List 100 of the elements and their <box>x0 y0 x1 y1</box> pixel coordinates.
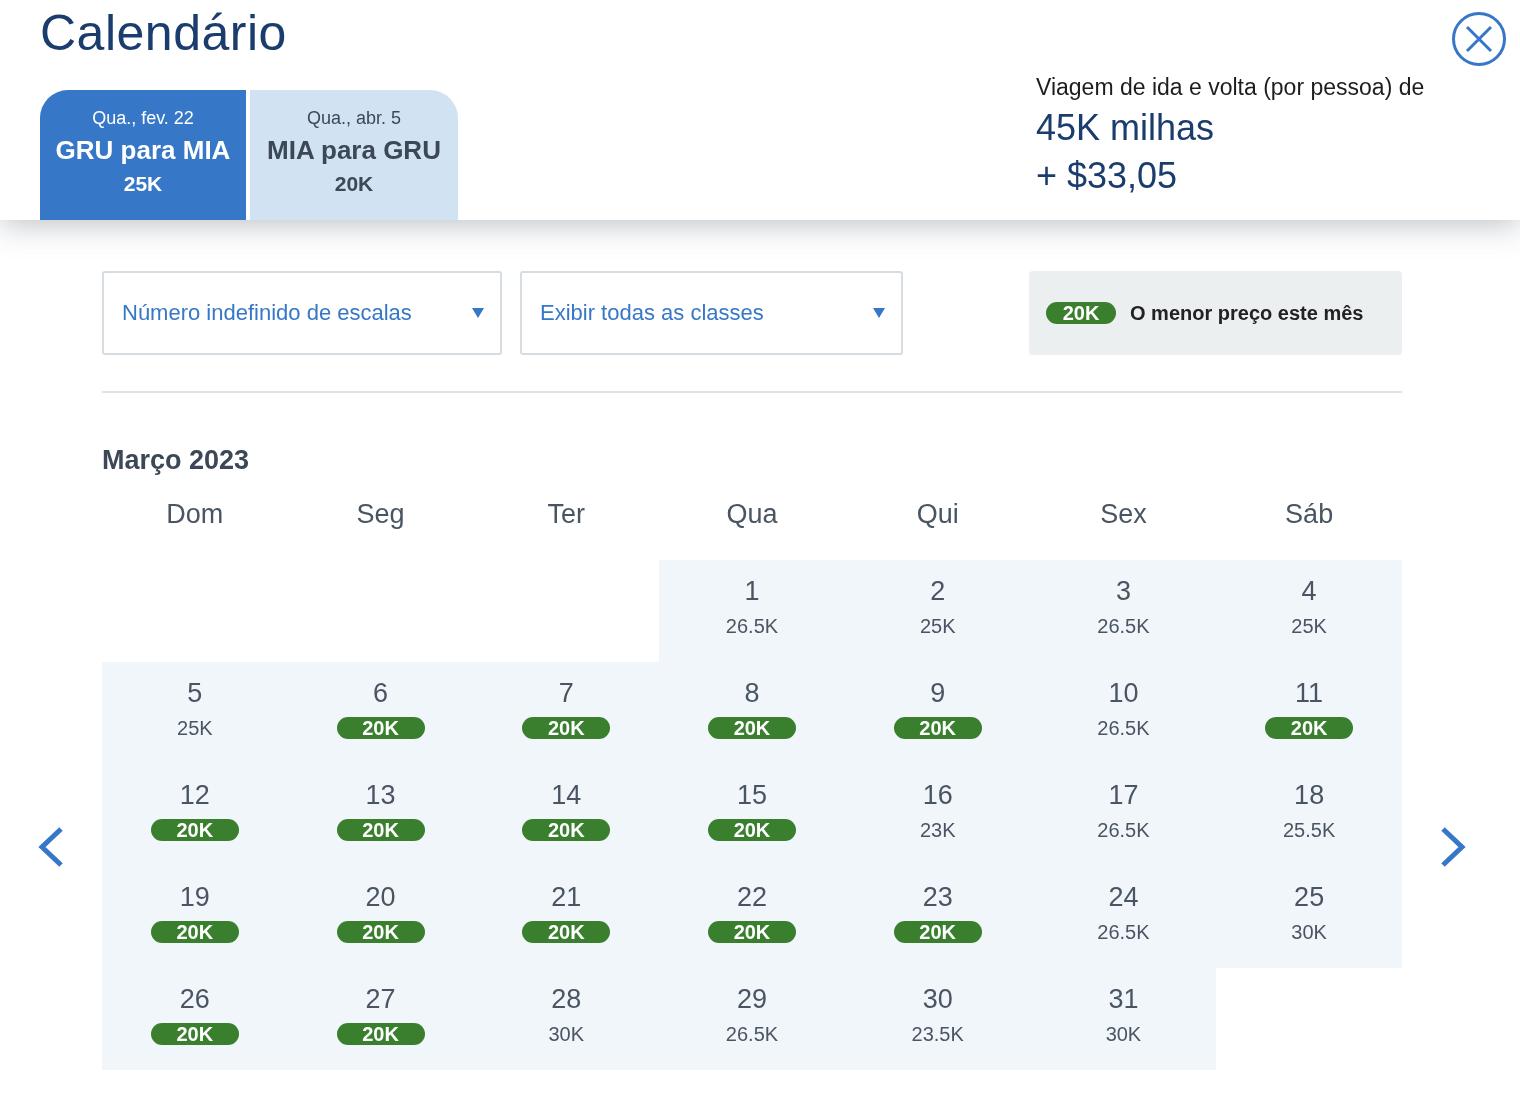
flight-tab[interactable]: Qua., fev. 22 GRU para MIA 25K <box>40 90 246 220</box>
day-number: 4 <box>1301 576 1317 606</box>
day-number: 16 <box>922 780 953 810</box>
day-number: 17 <box>1108 780 1139 810</box>
calendar-day[interactable]: 4 25K <box>1216 560 1402 662</box>
lowest-price-badge: 20K <box>336 717 425 739</box>
weekday-label: Sex <box>1100 498 1147 531</box>
lowest-price-badge: 20K <box>522 921 611 943</box>
day-price: 25K <box>919 615 956 637</box>
day-price: 26.5K <box>1097 717 1150 739</box>
lowest-price-badge: 20K <box>708 819 796 841</box>
day-number: 9 <box>930 678 946 708</box>
day-price: 30K <box>1105 1023 1142 1045</box>
trip-label: Viagem de ida e volta (por pessoa) de <box>1036 74 1426 101</box>
total-miles: 45K milhas <box>1036 107 1216 149</box>
calendar-day[interactable]: 2 25K <box>844 560 1031 662</box>
calendar-day[interactable]: 27 20K <box>287 968 474 1070</box>
calendar-day[interactable]: 16 23K <box>844 764 1031 866</box>
day-number: 20 <box>365 882 396 912</box>
day-number: 6 <box>373 678 389 708</box>
day-price: 30K <box>548 1023 585 1045</box>
day-number: 14 <box>551 780 582 810</box>
legend-text: O menor preço este mês <box>1130 301 1364 325</box>
day-price: 25K <box>177 717 213 739</box>
lowest-price-badge: 20K <box>336 819 425 841</box>
calendar-day[interactable]: 26 20K <box>102 968 288 1070</box>
day-number: 8 <box>744 678 760 708</box>
day-number: 3 <box>1115 576 1131 606</box>
page-title: Calendário <box>40 4 288 62</box>
calendar-day[interactable]: 5 25K <box>102 662 288 764</box>
calendar-day[interactable]: 10 26.5K <box>1030 662 1217 764</box>
calendar-day[interactable]: 7 20K <box>473 662 660 764</box>
calendar-day[interactable]: 6 20K <box>287 662 474 764</box>
weekday-label: Qua <box>726 498 778 531</box>
day-number: 28 <box>551 984 582 1014</box>
day-price: 26.5K <box>1097 921 1150 943</box>
day-number: 11 <box>1295 678 1324 708</box>
calendar-day[interactable]: 31 30K <box>1030 968 1217 1070</box>
calendar-day[interactable]: 8 20K <box>659 662 845 764</box>
calendar-day[interactable]: 9 20K <box>844 662 1031 764</box>
day-price: 26.5K <box>725 1023 779 1045</box>
day-number: 10 <box>1108 678 1139 708</box>
weekday-label: Qui <box>916 498 959 531</box>
lowest-price-badge: 20K <box>1046 302 1116 324</box>
lowest-price-badge: 20K <box>150 1023 239 1045</box>
calendar-day[interactable]: 13 20K <box>287 764 474 866</box>
calendar-day[interactable]: 29 26.5K <box>659 968 845 1070</box>
weekday-label: Sáb <box>1285 498 1334 531</box>
day-price: 25.5K <box>1283 819 1336 841</box>
calendar-day[interactable]: 24 26.5K <box>1030 866 1217 968</box>
calendar-day[interactable]: 30 23.5K <box>844 968 1031 1070</box>
lowest-price-badge: 20K <box>150 921 239 943</box>
chevron-right-icon <box>1439 826 1467 868</box>
day-number: 30 <box>922 984 953 1014</box>
lowest-price-badge: 20K <box>708 921 796 943</box>
close-button[interactable] <box>1452 12 1506 66</box>
day-number: 25 <box>1294 882 1325 912</box>
calendar-day[interactable]: 14 20K <box>473 764 660 866</box>
day-price: 26.5K <box>1097 615 1150 637</box>
close-icon <box>1464 24 1494 54</box>
calendar-day[interactable]: 12 20K <box>102 764 288 866</box>
calendar-day[interactable]: 28 30K <box>473 968 660 1070</box>
day-number: 31 <box>1108 984 1139 1014</box>
day-price: 23.5K <box>911 1023 964 1045</box>
day-number: 18 <box>1294 780 1325 810</box>
day-number: 12 <box>179 780 210 810</box>
day-number: 13 <box>365 780 396 810</box>
lowest-price-badge: 20K <box>893 717 982 739</box>
calendar-day[interactable]: 23 20K <box>844 866 1031 968</box>
lowest-price-badge: 20K <box>1265 717 1354 739</box>
calendar-day[interactable]: 20 20K <box>287 866 474 968</box>
calendar-day[interactable]: 11 20K <box>1216 662 1402 764</box>
day-number: 22 <box>736 882 767 912</box>
month-title: Março 2023 <box>102 445 251 476</box>
calendar-day[interactable]: 22 20K <box>659 866 845 968</box>
caret-icon <box>472 308 484 318</box>
filter-dropdown[interactable]: Número indefinido de escalas <box>102 271 502 355</box>
total-cash: + $33,05 <box>1036 155 1179 197</box>
lowest-price-badge: 20K <box>336 921 425 943</box>
day-number: 1 <box>744 576 760 606</box>
calendar-day[interactable]: 25 30K <box>1216 866 1402 968</box>
day-number: 24 <box>1108 882 1139 912</box>
day-number: 7 <box>558 678 574 708</box>
calendar-day[interactable]: 21 20K <box>473 866 660 968</box>
calendar-day[interactable]: 17 26.5K <box>1030 764 1217 866</box>
day-price: 30K <box>1291 921 1327 943</box>
lowest-price-badge: 20K <box>150 819 239 841</box>
weekday-label: Dom <box>166 498 224 531</box>
calendar-day[interactable]: 15 20K <box>659 764 845 866</box>
day-number: 2 <box>930 576 946 606</box>
calendar-day[interactable]: 18 25.5K <box>1216 764 1402 866</box>
flight-tab[interactable]: Qua., abr. 5 MIA para GRU 20K <box>250 90 458 220</box>
day-number: 15 <box>736 780 767 810</box>
filter-dropdown[interactable]: Exibir todas as classes <box>520 271 903 355</box>
calendar-day[interactable]: 3 26.5K <box>1030 560 1217 662</box>
day-price: 25K <box>1291 615 1327 637</box>
day-number: 26 <box>179 984 210 1014</box>
calendar-day[interactable]: 19 20K <box>102 866 288 968</box>
weekday-label: Seg <box>356 498 405 531</box>
calendar-day[interactable]: 1 26.5K <box>659 560 845 662</box>
